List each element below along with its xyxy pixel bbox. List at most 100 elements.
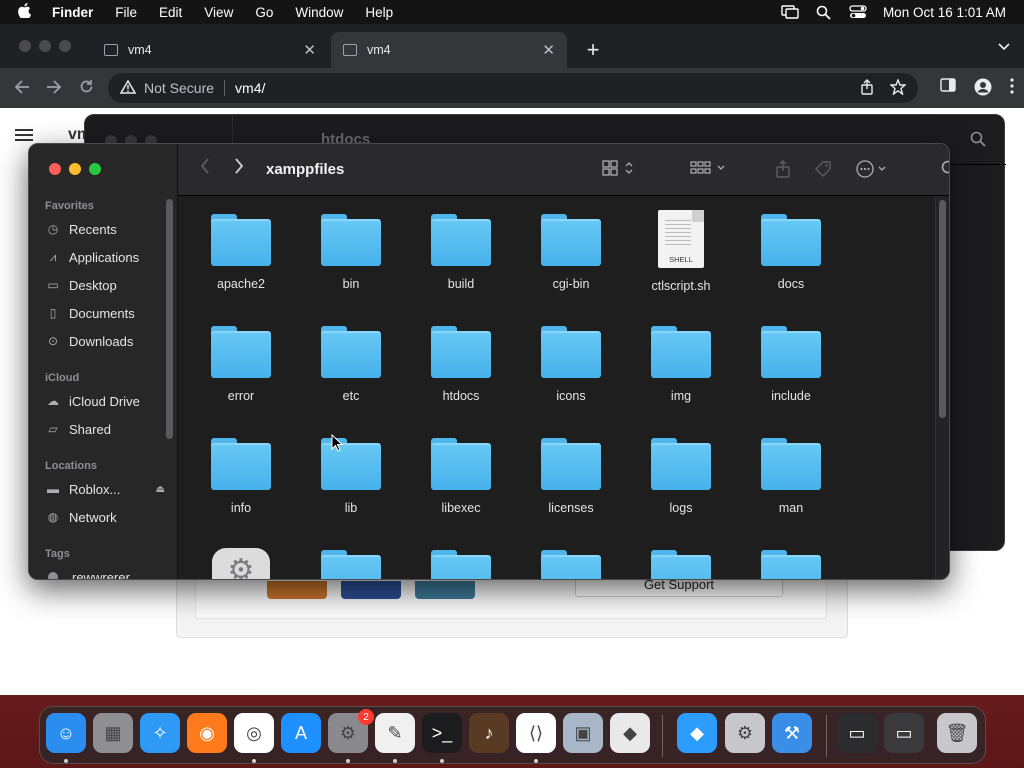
partner-logo-orange[interactable] [267,581,327,599]
safari-icon[interactable]: ✧ [140,713,180,753]
sidebar-item-documents[interactable]: ▯ Documents [45,301,169,325]
folder-item[interactable] [736,532,846,579]
side-panel-icon[interactable] [940,78,956,100]
sidebar-item-icloud-drive[interactable]: ☁ iCloud Drive [45,389,169,413]
bookmark-star-icon[interactable] [889,78,907,98]
folder-item[interactable]: logs [626,420,736,526]
forward-chevron-icon[interactable] [234,158,244,179]
menu-file[interactable]: File [104,5,148,20]
folder-item[interactable] [296,532,406,579]
folder-item[interactable]: htdocs [406,308,516,414]
close-icon[interactable]: ✕ [542,41,555,59]
tab-vm4-active[interactable]: vm4 ✕ [331,32,567,68]
chevron-down-icon[interactable] [998,40,1010,54]
sidebar-item-shared[interactable]: ▱ Shared [45,417,169,441]
spotlight-search-icon[interactable] [807,5,841,20]
tag-icon[interactable] [814,160,832,181]
kebab-menu-icon[interactable] [1010,78,1014,100]
sidebar-item-network[interactable]: ◍ Network [45,505,169,529]
menu-window[interactable]: Window [284,5,354,20]
folder-item[interactable]: info [186,420,296,526]
gear-icon[interactable]: ⚙ [725,713,765,753]
folder-item[interactable]: build [406,196,516,302]
app-item[interactable]: ⚙ [186,532,296,579]
trash-icon[interactable]: 🗑 [937,713,977,753]
apple-icon[interactable] [0,2,48,22]
app-store-icon[interactable]: A [281,713,321,753]
close-icon[interactable]: ✕ [303,41,316,59]
share-icon[interactable] [860,79,874,98]
folder-item[interactable]: icons [516,308,626,414]
menu-edit[interactable]: Edit [148,5,193,20]
more-actions-icon[interactable] [856,160,890,181]
tab-vm4-first[interactable]: vm4 ✕ [92,32,328,68]
sidebar-item-tag[interactable]: rewwrerer [45,565,169,579]
folder-item[interactable] [406,532,516,579]
firefox-icon[interactable]: ◉ [187,713,227,753]
folder-item[interactable]: cgi-bin [516,196,626,302]
group-by-icon[interactable] [690,160,728,179]
screen-mirroring-icon[interactable] [773,5,807,19]
sidebar-item-desktop[interactable]: ▭ Desktop [45,273,169,297]
folder-item[interactable]: error [186,308,296,414]
xcode-icon[interactable]: ⚒ [772,713,812,753]
file-item[interactable]: SHELL ctlscript.sh [626,196,736,302]
control-center-icon[interactable] [841,5,875,19]
forward-arrow-icon[interactable] [38,78,70,99]
share-icon[interactable] [775,160,791,181]
folder-item[interactable]: docs [736,196,846,302]
address-bar[interactable]: Not Secure vm4/ [108,73,918,103]
folder-item[interactable] [516,532,626,579]
sidebar-item-recents[interactable]: ◷ Recents [45,217,169,241]
folder-item[interactable]: lib [296,420,406,526]
content-scrollbar[interactable] [939,200,946,418]
security-label[interactable]: Not Secure [144,80,214,96]
back-arrow-icon[interactable] [6,78,38,99]
reload-icon[interactable] [70,78,102,99]
launchpad-icon[interactable]: ▦ [93,713,133,753]
chrome-icon[interactable]: ◎ [234,713,274,753]
partner-logo-blue[interactable] [341,581,401,599]
menu-clock[interactable]: Mon Oct 16 1:01 AM [875,5,1024,20]
icon-view-grid-icon[interactable] [602,160,636,179]
sidebar-item-applications[interactable]: ⩘ Applications [45,245,169,269]
eject-icon[interactable]: ⏏ [156,484,165,495]
menu-view[interactable]: View [193,5,244,20]
url-text[interactable]: vm4/ [235,80,265,96]
folder-item[interactable]: libexec [406,420,516,526]
window-thumb-icon[interactable]: ▭ [884,713,924,753]
minimize-window-button[interactable] [69,163,81,175]
menu-help[interactable]: Help [354,5,404,20]
search-icon[interactable] [941,160,949,180]
guitar-icon[interactable]: ♪ [469,713,509,753]
back-chevron-icon[interactable] [200,158,210,179]
folder-item[interactable]: bin [296,196,406,302]
folder-item[interactable]: etc [296,308,406,414]
folder-item[interactable]: include [736,308,846,414]
window-thumb-icon[interactable]: ▭ [837,713,877,753]
zoom-window-button[interactable] [89,163,101,175]
partner-logo-teal[interactable] [415,581,475,599]
folder-item[interactable]: man [736,420,846,526]
folder-item[interactable] [626,532,736,579]
search-icon[interactable] [970,131,986,152]
folder-item[interactable]: img [626,308,736,414]
sidebar-scrollbar[interactable] [166,199,173,439]
new-tab-button[interactable]: + [582,38,604,62]
textedit-icon[interactable]: ✎ [375,713,415,753]
roblox-studio-icon[interactable]: ◆ [677,713,717,753]
folder-item[interactable]: apache2 [186,196,296,302]
folder-item[interactable]: licenses [516,420,626,526]
roblox-icon[interactable]: ◆ [610,713,650,753]
finder-icon[interactable]: ☺ [46,713,86,753]
sidebar-item-downloads[interactable]: ⊙ Downloads [45,329,169,353]
warning-icon[interactable] [119,79,137,97]
profile-avatar-icon[interactable] [974,78,992,100]
menu-go[interactable]: Go [244,5,284,20]
sidebar-item-roblox-disk[interactable]: ▬ Roblox... ⏏ [45,477,169,501]
vscode-icon[interactable]: ⟨⟩ [516,713,556,753]
menu-app-name[interactable]: Finder [48,5,104,20]
terminal-icon[interactable]: >_ [422,713,462,753]
browser-window-controls[interactable] [19,40,71,52]
virtualbox-icon[interactable]: ▣ [563,713,603,753]
